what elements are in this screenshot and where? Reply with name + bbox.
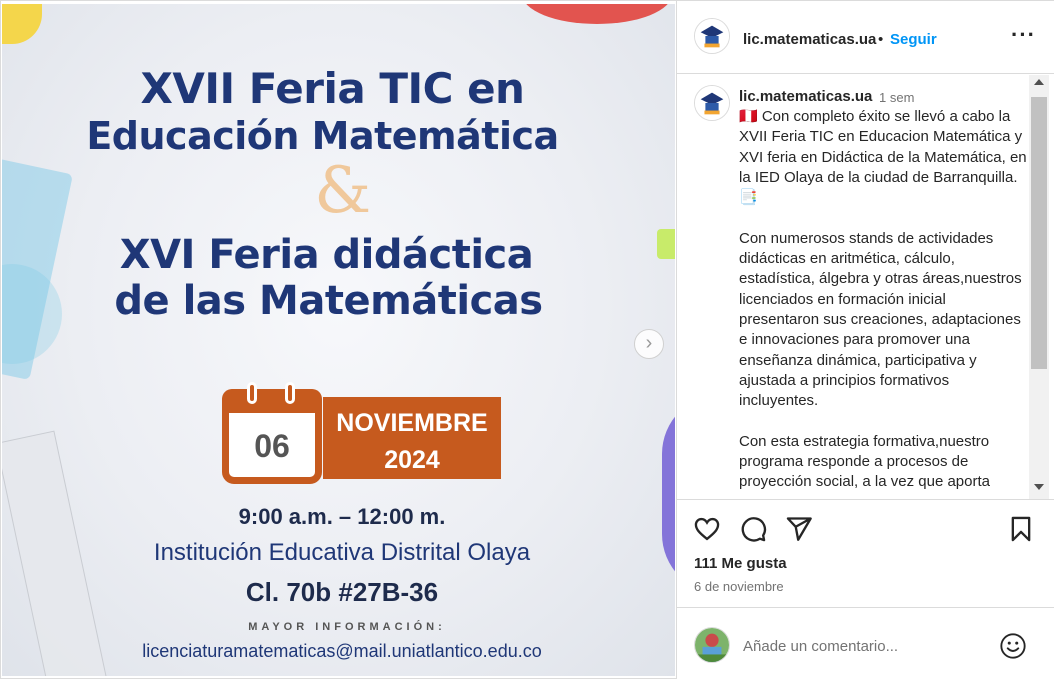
follow-button[interactable]: Seguir	[890, 31, 937, 48]
heart-icon[interactable]	[693, 515, 721, 543]
post-image[interactable]: XVII Feria TIC en Educación Matemática &…	[2, 4, 675, 676]
comment-input[interactable]	[743, 635, 993, 657]
event-year: 2024	[384, 446, 440, 474]
likes-count[interactable]: 111 Me gusta	[694, 555, 787, 572]
post-side-panel: lic.matematicas.ua • Seguir ··· lic.mate…	[676, 1, 1054, 679]
poster-title-line-3: XVI Feria didáctica	[119, 232, 534, 278]
post-header: lic.matematicas.ua • Seguir ···	[677, 4, 1054, 74]
yellow-shape-decoration	[2, 4, 42, 44]
more-info-label: MAYOR INFORMACIÓN:	[248, 621, 446, 633]
calendar-ring	[285, 382, 295, 404]
comment-bubble-icon[interactable]	[739, 515, 767, 543]
more-options-icon[interactable]: ···	[1011, 22, 1036, 48]
author-username[interactable]: lic.matematicas.ua	[743, 31, 876, 48]
event-address: Cl. 70b #27B-36	[245, 577, 439, 607]
caption-time[interactable]: 1 sem	[879, 90, 914, 105]
paper-plane-icon[interactable]	[785, 515, 813, 543]
purple-shape-decoration	[662, 394, 675, 594]
event-day: 06	[254, 428, 290, 464]
red-disk-decoration	[522, 4, 672, 24]
scroll-down-arrow-icon[interactable]	[1034, 484, 1044, 490]
scrollbar-thumb[interactable]	[1031, 97, 1047, 369]
comment-bar	[677, 607, 1054, 679]
event-date-box: NOVIEMBRE 2024	[323, 397, 501, 479]
event-month: NOVIEMBRE	[336, 409, 488, 437]
ruler-decoration	[2, 430, 109, 676]
smiley-icon[interactable]	[999, 632, 1027, 660]
user-photo-icon	[695, 628, 729, 662]
post-actions	[677, 511, 1054, 551]
calendar-icon: 06	[222, 382, 322, 484]
author-avatar[interactable]	[694, 18, 730, 54]
post-window: XVII Feria TIC en Educación Matemática &…	[0, 0, 1054, 679]
chevron-right-icon: ›	[645, 332, 653, 354]
poster-title-line-2: Educación Matemática	[86, 114, 559, 158]
caption-username[interactable]: lic.matematicas.ua	[739, 88, 872, 105]
event-institution: Institución Educativa Distrital Olaya	[153, 539, 531, 566]
contact-email: licenciaturamatematicas@mail.uniatlantic…	[142, 641, 542, 661]
comments-area[interactable]: lic.matematicas.ua 1 sem 🇵🇪 Con completo…	[677, 75, 1054, 500]
program-logo-icon	[695, 86, 729, 120]
separator-dot: •	[878, 31, 884, 48]
post-date[interactable]: 6 de noviembre	[694, 579, 784, 594]
poster-ampersand: &	[314, 154, 371, 228]
caption-text: 🇵🇪 Con completo éxito se llevó a cabo la…	[739, 108, 1027, 491]
current-user-avatar	[694, 627, 730, 663]
poster-title-line-1: XVII Feria TIC en	[140, 64, 525, 113]
calendar-ring	[247, 382, 257, 404]
scroll-up-arrow-icon[interactable]	[1034, 79, 1044, 85]
next-slide-button[interactable]: ›	[634, 329, 664, 359]
poster-title-line-4: de las Matemáticas	[114, 278, 543, 324]
bookmark-icon[interactable]	[1007, 515, 1035, 543]
scrollbar[interactable]	[1029, 75, 1049, 499]
program-logo-icon	[695, 19, 729, 53]
caption-author-avatar[interactable]	[694, 85, 730, 121]
event-time: 9:00 a.m. – 12:00 m.	[238, 504, 446, 529]
